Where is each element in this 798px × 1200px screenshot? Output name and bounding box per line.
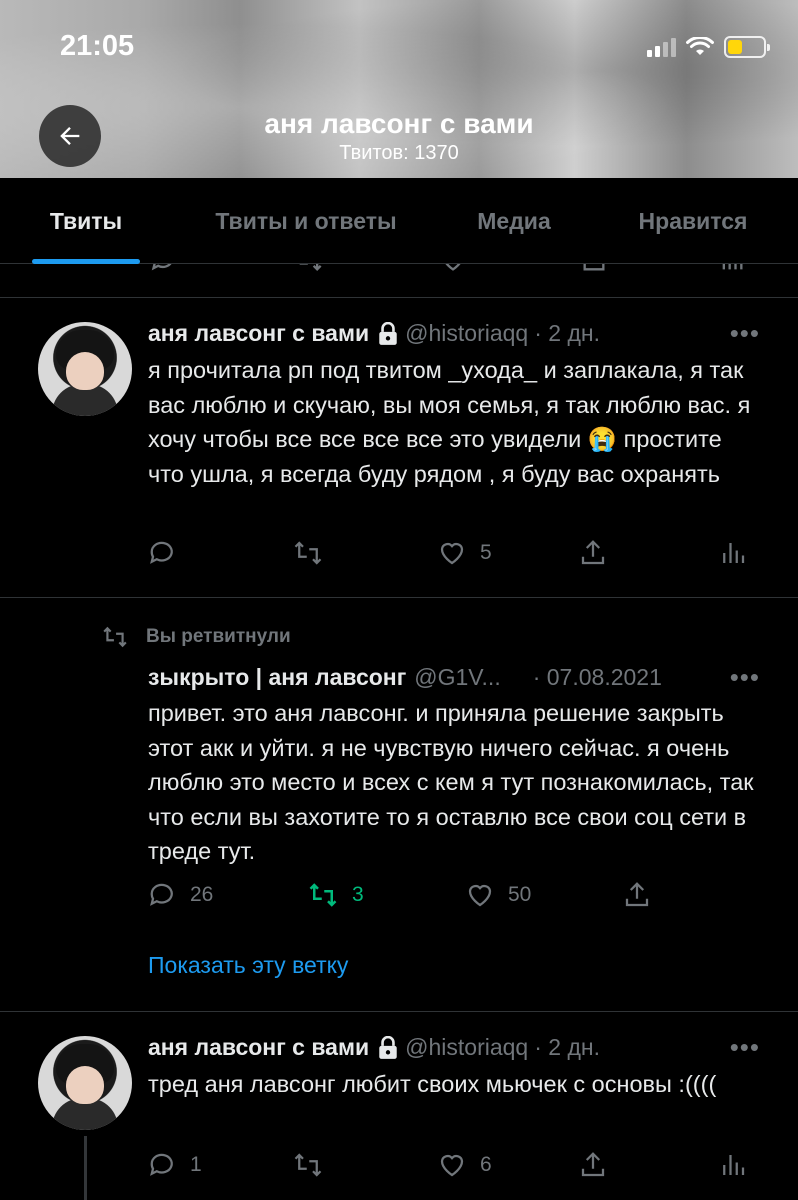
tweet-text: я прочитала рп под твитом _ухода_ и запл… (148, 357, 751, 487)
lock-icon (377, 321, 399, 346)
tweet[interactable]: аня лавсонг с вами @historiaqq · 2 дн. •… (0, 298, 798, 598)
reply-icon (150, 541, 173, 564)
tweet-actions: 26 3 50 (148, 880, 758, 920)
author-handle[interactable]: @G1V... (414, 664, 500, 691)
analytics-icon[interactable] (718, 264, 746, 274)
author-name[interactable]: зыкрыто | аня лавсонг (148, 664, 406, 691)
like-count: 50 (508, 883, 532, 906)
like-count: 5 (480, 541, 492, 564)
status-time: 21:05 (60, 30, 135, 62)
tab-likes[interactable]: Нравится (588, 178, 798, 264)
retweet-label: Вы ретвитнули (100, 624, 291, 650)
author-name[interactable]: аня лавсонг с вами (148, 320, 369, 347)
tweet-text: привет. это аня лавсонг. и приняла решен… (148, 700, 754, 864)
like-button[interactable]: 50 (464, 880, 531, 910)
retweet-icon (309, 883, 337, 907)
reply-button[interactable] (148, 538, 190, 568)
reply-button[interactable]: 1 (148, 1150, 202, 1180)
author-handle[interactable]: @historiaqq (405, 1034, 528, 1061)
share-icon (581, 1152, 605, 1177)
like-icon (468, 884, 492, 907)
like-icon[interactable] (438, 264, 468, 274)
share-button[interactable] (622, 880, 652, 910)
thread-line (84, 1136, 87, 1200)
tweet-text: тред аня лавсонг любит своих мьючек с ос… (148, 1071, 717, 1097)
more-icon[interactable]: ••• (730, 662, 760, 693)
like-count: 6 (480, 1153, 492, 1176)
retweeted-tweet[interactable]: Вы ретвитнули зыкрыто | аня лавсонг @G1V… (0, 598, 798, 1012)
tweet-actions: 1 6 (148, 1150, 758, 1190)
profile-name-title: аня лавсонг с вами (264, 108, 534, 139)
tweet[interactable]: аня лавсонг с вами @historiaqq · 2 дн. •… (0, 1012, 798, 1200)
reply-count: 26 (190, 883, 214, 906)
author-handle[interactable]: @historiaqq (405, 320, 528, 347)
tweet-meta: зыкрыто | аня лавсонг @G1V... · 07.08.20… (148, 664, 662, 691)
signal-icon (647, 37, 676, 57)
retweet-button[interactable] (291, 538, 337, 568)
retweet-icon[interactable] (294, 264, 324, 274)
analytics-button[interactable] (718, 538, 748, 568)
more-icon[interactable]: ••• (730, 1032, 760, 1063)
retweet-button[interactable]: 3 (306, 880, 364, 910)
retweet-icon (103, 626, 127, 648)
analytics-icon (723, 543, 745, 563)
share-icon (625, 882, 649, 907)
tab-tweets[interactable]: Твиты (0, 178, 172, 264)
analytics-icon (723, 1155, 745, 1175)
share-button[interactable] (578, 1150, 608, 1180)
analytics-button[interactable] (718, 1150, 748, 1180)
reply-icon (150, 883, 173, 906)
like-button[interactable]: 6 (436, 1150, 492, 1180)
tab-media[interactable]: Медиа (440, 178, 588, 264)
tweet-meta: аня лавсонг с вами @historiaqq · 2 дн. (148, 320, 600, 347)
like-button[interactable]: 5 (436, 538, 492, 568)
tweet-meta: аня лавсонг с вами @historiaqq · 2 дн. (148, 1034, 600, 1061)
more-icon[interactable]: ••• (730, 318, 760, 349)
show-thread-link[interactable]: Показать эту ветку (148, 952, 348, 979)
share-icon[interactable] (580, 264, 608, 274)
retweet-icon (294, 541, 322, 565)
tweet-time[interactable]: · 07.08.2021 (533, 664, 662, 691)
wifi-icon (686, 37, 714, 55)
lock-icon (377, 1035, 399, 1060)
avatar[interactable] (38, 322, 132, 416)
share-icon (581, 540, 605, 565)
retweet-icon (294, 1153, 322, 1177)
profile-tabs: Твиты Твиты и ответы Медиа Нравится (0, 178, 798, 264)
previous-tweet-actions (0, 264, 798, 298)
status-icons (647, 36, 770, 58)
profile-header: 21:05 аня лавсонг с вами Твитов: 1370 (0, 0, 798, 178)
tweet-count: Твитов: 1370 (339, 142, 459, 164)
like-icon (440, 542, 464, 565)
reply-icon[interactable] (150, 264, 178, 274)
reply-button[interactable]: 26 (148, 880, 213, 910)
author-name[interactable]: аня лавсонг с вами (148, 1034, 369, 1061)
share-button[interactable] (578, 538, 608, 568)
tweet-actions: 5 (148, 538, 758, 578)
reply-icon (150, 1153, 173, 1176)
avatar[interactable] (38, 1036, 132, 1130)
retweet-count: 3 (352, 883, 364, 906)
retweet-button[interactable] (291, 1150, 337, 1180)
reply-count: 1 (190, 1153, 202, 1176)
tweet-time[interactable]: · 2 дн. (534, 1034, 600, 1061)
tab-tweets-and-replies[interactable]: Твиты и ответы (172, 178, 440, 264)
like-icon (440, 1154, 464, 1177)
battery-icon (724, 36, 770, 58)
tweet-time[interactable]: · 2 дн. (534, 320, 600, 347)
